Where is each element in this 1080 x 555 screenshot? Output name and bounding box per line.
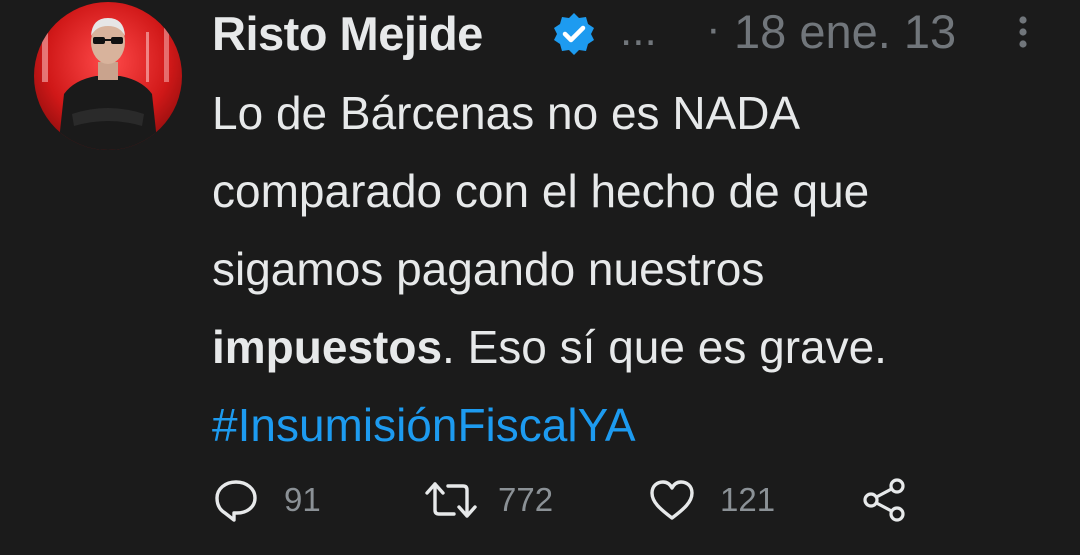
retweet-button[interactable]: 772 [424,470,553,530]
avatar[interactable] [34,2,182,150]
tweet-actions: 91 772 121 [212,470,932,530]
like-icon [650,480,694,520]
tweet-text-line: comparado con el hecho de que [212,165,870,217]
retweet-count: 772 [498,481,554,518]
more-options-icon[interactable] [1010,10,1036,54]
tweet-text: Lo de Bárcenas no es NADA comparado con … [212,74,1062,464]
handle-truncated[interactable]: ... [620,6,657,56]
tweet-date[interactable]: 18 ene. 13 [734,4,956,59]
reply-button[interactable]: 91 [212,470,321,530]
verified-badge-icon [550,10,598,58]
tweet-text-line: Lo de Bárcenas no es NADA [212,87,801,139]
hashtag-link[interactable]: #InsumisiónFiscalYA [212,386,1062,464]
tweet[interactable]: Risto Mejide ... · 18 ene. 13 Lo de Bárc… [0,0,1080,555]
author-name[interactable]: Risto Mejide [212,6,483,61]
tweet-text-line: impuestos. Eso sí que es grave. [212,308,1062,386]
tweet-header: Risto Mejide ... · 18 ene. 13 [212,0,1052,62]
bold-word: impuestos [212,321,443,373]
share-icon [863,478,905,522]
like-button[interactable]: 121 [648,470,775,530]
share-button[interactable] [860,470,908,530]
reply-count: 91 [284,481,321,518]
tweet-text-rest: . Eso sí que es grave. [442,321,887,373]
reply-icon [215,480,257,522]
retweet-icon [425,482,477,518]
separator-dot: · [706,4,721,53]
tweet-text-line: sigamos pagando nuestros [212,243,765,295]
like-count: 121 [720,481,776,518]
avatar-image [34,2,182,150]
